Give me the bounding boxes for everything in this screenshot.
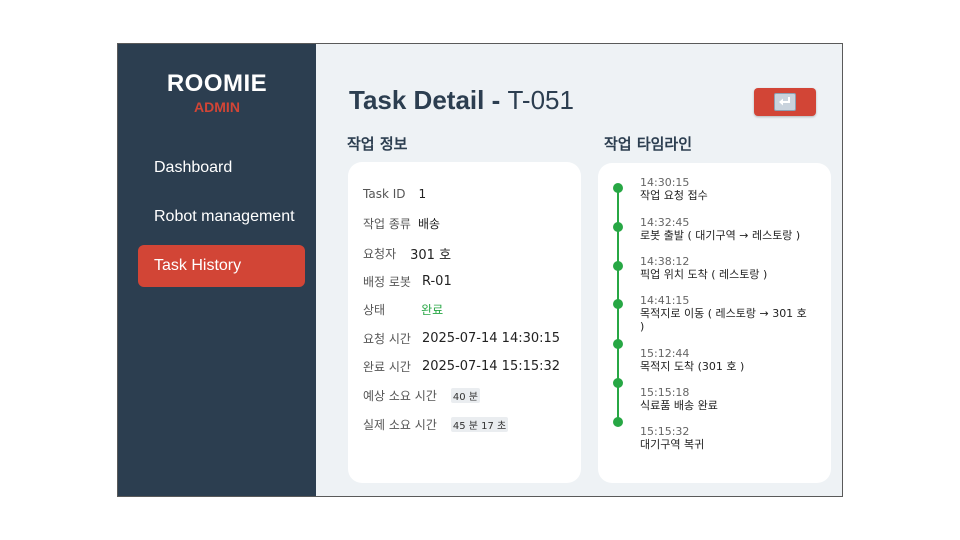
info-value: 배송 bbox=[417, 217, 441, 231]
info-value: 40 분 bbox=[450, 388, 480, 403]
timeline-time: 15:15:32 bbox=[640, 425, 690, 438]
brand: ROOMIE ADMIN bbox=[118, 44, 316, 115]
timeline-dot bbox=[613, 378, 623, 388]
info-row-request-time: 요청 시간 2025-07-14 14:30:15 bbox=[363, 330, 560, 347]
timeline-dot bbox=[613, 183, 623, 193]
task-info-card: Task ID 1 작업 종류 배송 요청자 301 호 배정 로봇 R-01 … bbox=[348, 162, 581, 483]
timeline-dot bbox=[613, 222, 623, 232]
return-arrow-icon bbox=[774, 93, 796, 111]
info-value: 2025-07-14 14:30:15 bbox=[421, 331, 561, 346]
info-row-complete-time: 완료 시간 2025-07-14 15:15:32 bbox=[363, 358, 560, 375]
timeline-section-title: 작업 타임라인 bbox=[604, 135, 693, 153]
info-value: 301 호 bbox=[410, 248, 452, 263]
timeline-event: 15:15:18 식료품 배송 완료 bbox=[640, 386, 820, 412]
info-row-task-id: Task ID 1 bbox=[363, 187, 426, 201]
info-value: 1 bbox=[418, 187, 427, 201]
timeline-time: 14:41:15 bbox=[640, 294, 690, 307]
timeline-dot bbox=[613, 417, 623, 427]
info-label: 완료 시간 bbox=[363, 360, 411, 374]
timeline-time: 15:15:18 bbox=[640, 386, 690, 399]
info-label: 예상 소요 시간 bbox=[363, 389, 437, 403]
info-value: R-01 bbox=[421, 274, 452, 289]
timeline-dot bbox=[613, 339, 623, 349]
brand-subtitle: ADMIN bbox=[194, 99, 240, 115]
timeline-dot bbox=[613, 299, 623, 309]
info-label: 요청 시간 bbox=[363, 332, 411, 346]
timeline-desc: 식료품 배송 완료 bbox=[640, 399, 718, 412]
timeline-desc: 목적지 도착 (301 호 ) bbox=[640, 360, 745, 373]
timeline-time: 15:12:44 bbox=[640, 347, 690, 360]
page-title: Task Detail - T-051 bbox=[349, 85, 574, 116]
info-label: 실제 소요 시간 bbox=[363, 418, 437, 432]
info-value: 45 분 17 초 bbox=[450, 417, 509, 432]
info-section-title: 작업 정보 bbox=[347, 135, 408, 153]
timeline-event: 15:12:44 목적지 도착 (301 호 ) bbox=[640, 347, 820, 373]
timeline-time: 14:32:45 bbox=[640, 216, 690, 229]
page-title-prefix: Task Detail - bbox=[349, 85, 508, 115]
info-row-requester: 요청자 301 호 bbox=[363, 244, 451, 263]
timeline-event: 14:41:15 목적지로 이동 ( 레스토랑 → 301 호 ) bbox=[640, 294, 810, 333]
info-value: 2025-07-14 15:15:32 bbox=[421, 359, 561, 374]
info-row-actual-duration: 실제 소요 시간 45 분 17 초 bbox=[363, 416, 509, 433]
info-label: 상태 bbox=[363, 303, 386, 317]
info-row-status: 상태 완료 bbox=[363, 301, 443, 318]
info-label: Task ID bbox=[363, 187, 406, 201]
sidebar-nav: Dashboard Robot management Task History bbox=[118, 147, 316, 287]
main-content: Task Detail - T-051 작업 정보 작업 타임라인 Task I… bbox=[316, 44, 842, 496]
info-row-estimated-duration: 예상 소요 시간 40 분 bbox=[363, 387, 480, 404]
app-window: ROOMIE ADMIN Dashboard Robot management … bbox=[117, 43, 843, 497]
task-timeline-card: 14:30:15 작업 요청 접수 14:32:45 로봇 출발 ( 대기구역 … bbox=[598, 163, 831, 483]
timeline-desc: 목적지로 이동 ( 레스토랑 → 301 호 ) bbox=[640, 307, 807, 333]
timeline-time: 14:38:12 bbox=[640, 255, 690, 268]
info-label: 배정 로봇 bbox=[363, 275, 411, 289]
info-row-assigned-robot: 배정 로봇 R-01 bbox=[363, 273, 452, 290]
timeline-event: 14:38:12 픽업 위치 도착 ( 레스토랑 ) bbox=[640, 255, 820, 281]
info-label: 작업 종류 bbox=[363, 217, 411, 231]
timeline-event: 15:15:32 대기구역 복귀 bbox=[640, 425, 820, 451]
info-label: 요청자 bbox=[363, 247, 397, 261]
status-badge: 완료 bbox=[421, 303, 444, 317]
back-button[interactable] bbox=[754, 88, 816, 116]
timeline-event: 14:32:45 로봇 출발 ( 대기구역 → 레스토랑 ) bbox=[640, 216, 820, 242]
page-title-task-id: T-051 bbox=[507, 85, 574, 115]
timeline-desc: 작업 요청 접수 bbox=[640, 189, 708, 202]
info-row-task-type: 작업 종류 배송 bbox=[363, 215, 440, 232]
sidebar-item-task-history[interactable]: Task History bbox=[138, 245, 305, 287]
sidebar-item-robot-management[interactable]: Robot management bbox=[138, 196, 305, 238]
timeline-time: 14:30:15 bbox=[640, 176, 690, 189]
timeline-desc: 로봇 출발 ( 대기구역 → 레스토랑 ) bbox=[640, 229, 801, 242]
timeline-desc: 대기구역 복귀 bbox=[640, 438, 705, 451]
brand-name: ROOMIE bbox=[166, 70, 268, 97]
timeline-desc: 픽업 위치 도착 ( 레스토랑 ) bbox=[640, 268, 768, 281]
sidebar: ROOMIE ADMIN Dashboard Robot management … bbox=[118, 44, 316, 496]
timeline-event: 14:30:15 작업 요청 접수 bbox=[640, 176, 820, 202]
sidebar-item-dashboard[interactable]: Dashboard bbox=[138, 147, 305, 189]
timeline-dot bbox=[613, 261, 623, 271]
